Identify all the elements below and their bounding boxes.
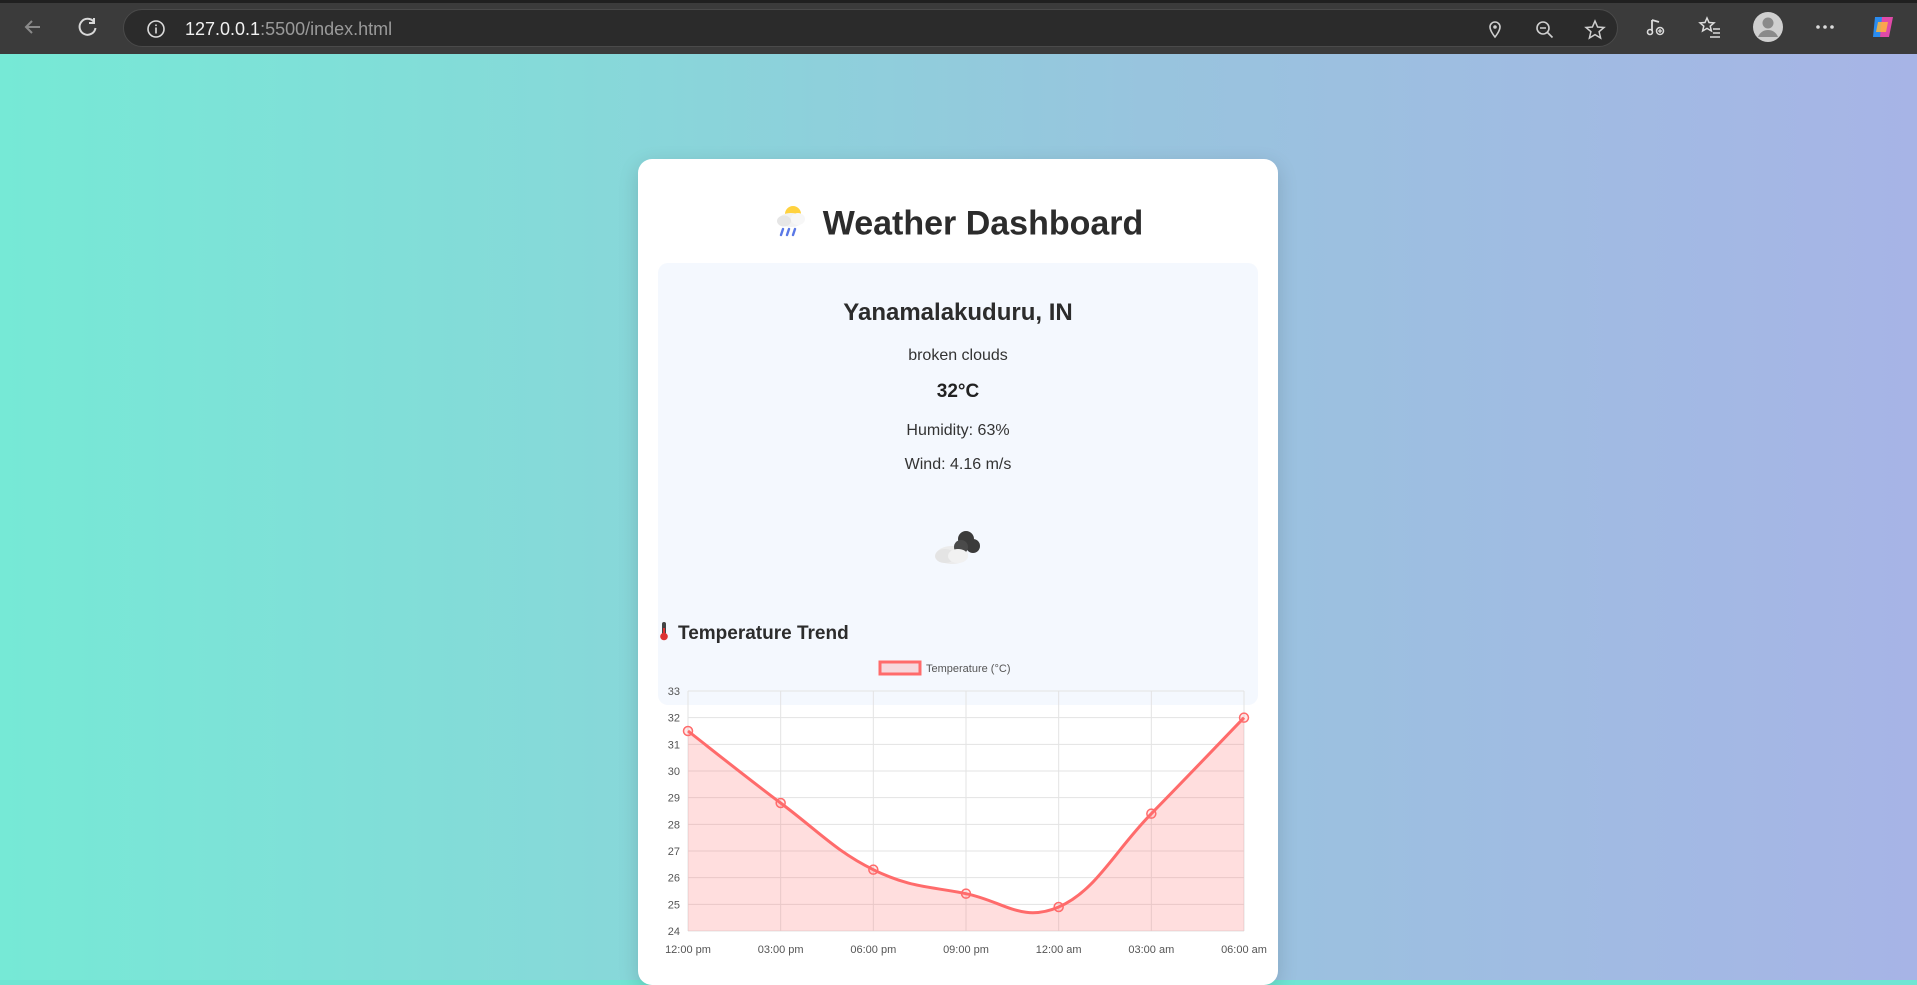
dashboard-card: Weather Dashboard Yanamalakuduru, IN bro… [638,159,1278,985]
current-temperature: 32°C [936,381,980,402]
page-background: Weather Dashboard Yanamalakuduru, IN bro… [0,54,1917,985]
tab-strip [0,0,1917,3]
weather-description: broken clouds [908,347,1008,364]
x-tick-label: 12:00 am [1036,944,1082,956]
sun-behind-rain-cloud-icon [773,203,811,248]
media-icon[interactable] [1640,12,1670,42]
data-point [868,864,879,875]
y-tick-label: 26 [668,873,680,885]
copilot-icon[interactable] [1868,12,1898,42]
url-path: :5500/index.html [260,19,393,39]
trend-title-text: Temperature Trend [678,623,849,644]
y-tick-label: 24 [668,926,680,938]
data-point [960,888,972,899]
favorite-star-icon[interactable] [1584,19,1606,41]
y-tick-label: 32 [668,713,680,725]
legend-swatch [878,660,922,676]
more-menu-icon[interactable] [1810,12,1840,42]
favorites-list-icon[interactable] [1695,12,1725,42]
x-tick-label: 03:00 pm [758,944,804,956]
data-point [1053,901,1064,913]
humidity-text: Humidity: 63% [906,422,1010,439]
chart-svg: 33 32 31 30 29 28 27 26 25 24 12:00 pm 03:00 pm 06:0… [665,660,1267,956]
temperature-chart: 33 32 31 30 29 28 27 26 25 24 12:00 pm 03:00 pm 06:0… [648,654,1268,979]
data-point [775,797,786,809]
page-title: Weather Dashboard [638,203,1278,248]
site-info-icon[interactable] [146,19,166,39]
y-tick-label: 31 [668,739,680,751]
x-tick-label: 12:00 pm [665,944,711,956]
broken-clouds-icon [928,525,988,569]
avatar[interactable] [1752,11,1784,43]
y-tick-label: 25 [668,899,680,911]
location-icon[interactable] [1484,19,1506,41]
trend-heading: Temperature Trend [658,621,849,647]
url-host: 127.0.0.1 [185,19,261,39]
back-icon[interactable] [18,12,48,42]
x-tick-label: 06:00 am [1221,944,1267,956]
y-tick-label: 27 [668,846,680,858]
browser-toolbar: 127.0.0.1:5500/index.html [0,0,1917,54]
wind-text: Wind: 4.16 m/s [904,456,1012,473]
address-bar[interactable]: 127.0.0.1:5500/index.html [123,9,1618,47]
x-tick-label: 06:00 pm [850,944,896,956]
data-point [682,725,694,737]
y-tick-label: 28 [668,819,680,831]
data-point [1146,808,1157,819]
reload-icon[interactable] [73,12,103,42]
y-tick-label: 29 [668,793,680,805]
legend-label: Temperature (°C) [926,663,1010,675]
y-tick-label: 30 [668,766,680,778]
x-tick-label: 09:00 pm [943,944,989,956]
city-name: Yanamalakuduru, IN [843,299,1073,326]
page-title-text: Weather Dashboard [822,204,1144,243]
y-tick-label: 33 [668,686,680,698]
zoom-out-icon[interactable] [1534,19,1556,41]
x-tick-label: 03:00 am [1128,944,1174,956]
data-point [1238,712,1250,723]
thermometer-icon [658,621,670,647]
url-text[interactable]: 127.0.0.1:5500/index.html [185,19,392,40]
